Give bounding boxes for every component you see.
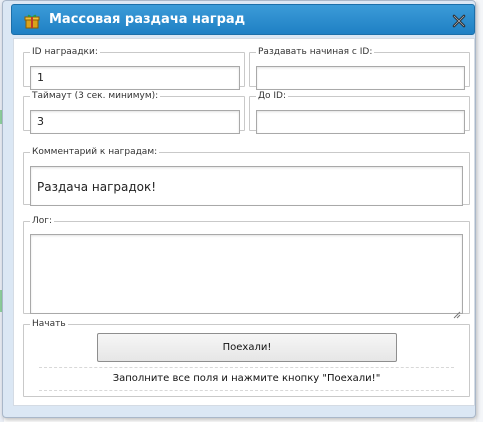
log-group: Лог: xyxy=(23,216,470,319)
timeout-label: Таймаут (3 сек. минимум): xyxy=(32,91,159,101)
divider xyxy=(39,390,454,391)
end-id-input[interactable] xyxy=(256,110,465,134)
dialog-window: Массовая раздача наград ID награадки: 1 … xyxy=(2,0,476,418)
reward-id-label: ID награадки: xyxy=(32,47,98,57)
start-id-input[interactable] xyxy=(256,66,465,90)
close-icon[interactable] xyxy=(452,13,466,28)
hint-text: Заполните все поля и нажмите кнопку "Пое… xyxy=(112,373,381,384)
start-id-group: Раздавать начиная с ID: xyxy=(249,47,470,90)
gift-icon xyxy=(24,13,40,29)
end-id-group: До ID: xyxy=(249,91,470,134)
dialog-titlebar[interactable]: Массовая раздача наград xyxy=(11,4,475,35)
start-group: Начать Поехали! Заполните все поля и наж… xyxy=(23,319,470,397)
start-id-label: Раздавать начиная с ID: xyxy=(258,47,373,57)
timeout-input[interactable]: 3 xyxy=(30,110,240,134)
comment-input[interactable]: Раздача наградок! xyxy=(30,166,463,206)
timeout-group: Таймаут (3 сек. минимум): 3 xyxy=(23,91,245,134)
start-legend: Начать xyxy=(32,319,66,329)
resize-grip-icon[interactable] xyxy=(453,304,461,319)
log-label: Лог: xyxy=(32,216,53,226)
reward-id-group: ID награадки: 1 xyxy=(23,47,245,90)
comment-label: Комментарий к наградам: xyxy=(32,147,158,157)
reward-id-input[interactable]: 1 xyxy=(30,66,240,90)
page-background-right xyxy=(476,0,483,422)
comment-group: Комментарий к наградам: Раздача наградок… xyxy=(23,147,470,206)
divider xyxy=(39,367,454,368)
dialog-content: ID награадки: 1 Раздавать начиная с ID: … xyxy=(13,38,475,406)
go-button[interactable]: Поехали! xyxy=(97,333,397,362)
log-textarea[interactable] xyxy=(30,234,463,319)
dialog-title: Массовая раздача наград xyxy=(49,12,246,27)
end-id-label: До ID: xyxy=(258,91,287,101)
